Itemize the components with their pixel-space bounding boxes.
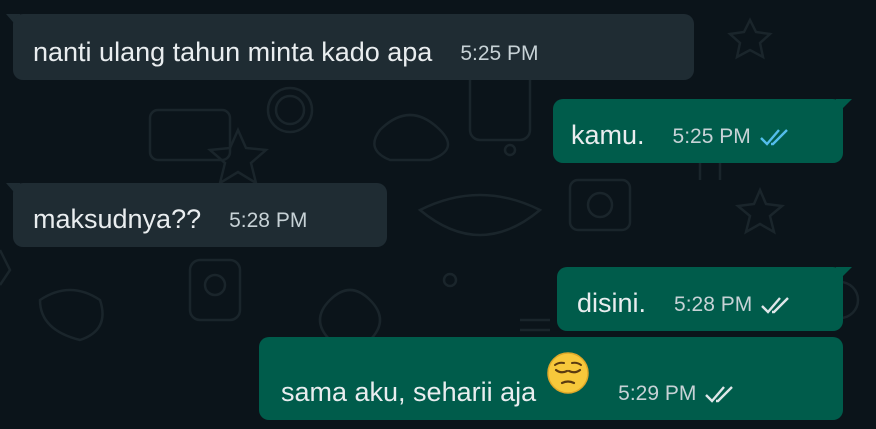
message-text: maksudnya?? [33,204,202,234]
message-outgoing[interactable]: sama aku, seharii aja 5:29 PM [259,337,843,420]
message-time: 5:29 PM [618,382,697,405]
message-meta: 5:28 PM [674,293,794,319]
message-text: disini. [577,288,647,318]
message-time: 5:28 PM [674,293,753,316]
message-outgoing[interactable]: kamu. 5:25 PM [553,99,843,163]
message-time: 5:25 PM [460,42,539,65]
message-text: nanti ulang tahun minta kado apa [33,37,433,67]
pensive-face-emoji [547,351,589,394]
message-time: 5:25 PM [672,125,751,148]
message-meta: 5:28 PM [229,209,307,235]
message-text: sama aku, seharii aja [281,377,537,407]
message-meta: 5:25 PM [460,42,538,68]
double-check-icon [759,129,788,146]
outgoing-bubble-tail [836,99,852,115]
message-incoming[interactable]: nanti ulang tahun minta kado apa 5:25 PM [13,14,694,80]
message-outgoing[interactable]: disini. 5:28 PM [557,267,843,331]
message-incoming[interactable]: maksudnya?? 5:28 PM [13,183,387,247]
message-time: 5:28 PM [229,209,308,232]
message-text: kamu. [571,120,645,150]
outgoing-bubble-tail [836,267,852,283]
message-meta: 5:29 PM [618,382,738,408]
message-meta: 5:25 PM [673,125,793,151]
double-check-icon [761,297,790,314]
double-check-icon [705,386,734,403]
